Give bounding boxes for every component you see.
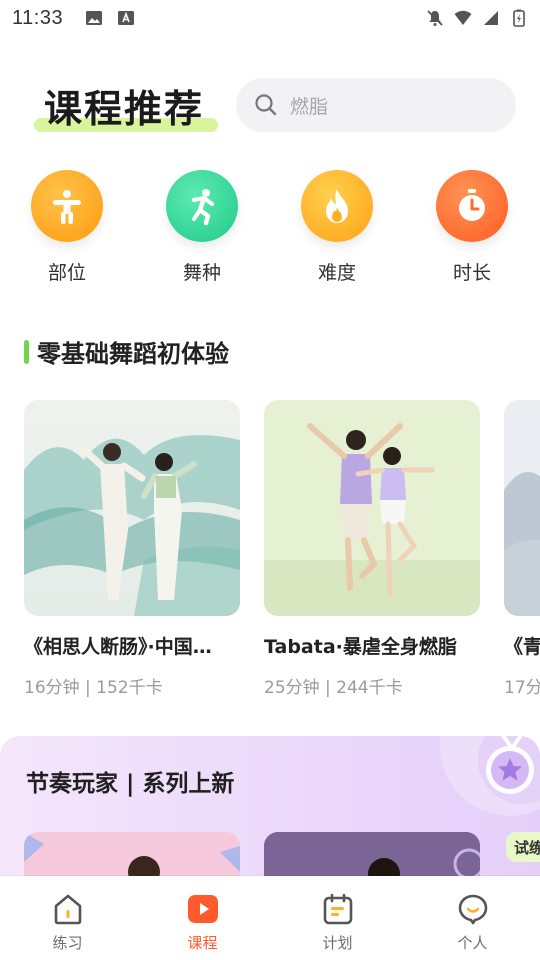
category-duration[interactable]: 时长: [427, 170, 517, 285]
nav-courses[interactable]: 课程: [135, 876, 270, 960]
category-difficulty[interactable]: 难度: [292, 170, 382, 285]
nav-label: 练习: [52, 934, 83, 952]
search-placeholder: 燃脂: [290, 95, 329, 118]
category-filters: 部位 舞种 难度 时长: [0, 170, 540, 290]
trial-tag: 试练: [506, 832, 540, 862]
category-body-part[interactable]: 部位: [22, 170, 112, 285]
play-icon: [187, 895, 218, 923]
bottom-nav: 练习 课程 计划 个人: [0, 876, 540, 960]
course-meta: 25分钟 | 244千卡: [264, 678, 403, 698]
image-notification-icon: [86, 11, 103, 25]
page-title: 课程推荐: [44, 87, 205, 131]
nav-label: 个人: [457, 934, 488, 952]
promo-title: 节奏玩家 | 系列上新: [26, 771, 235, 797]
course-name: 《青: [504, 636, 540, 658]
section-accent-bar: [24, 339, 29, 364]
flame-icon: [301, 170, 373, 242]
course-thumbnail: [264, 400, 480, 616]
profile-icon: [458, 894, 487, 925]
nav-label: 计划: [322, 934, 353, 952]
course-card[interactable]: Tabata·暴虐全身燃脂 25分钟 | 244千卡: [264, 400, 480, 698]
status-notification-icons: [85, 9, 135, 27]
page-title-wrap: 课程推荐: [34, 78, 218, 133]
text-notification-icon: [118, 11, 135, 25]
star-badge-icon: [440, 736, 540, 816]
calendar-icon: [323, 893, 352, 925]
stopwatch-icon: [436, 170, 508, 242]
wifi-icon: [454, 10, 472, 25]
category-label: 时长: [452, 262, 491, 284]
category-label: 舞种: [182, 262, 221, 284]
category-dance-style[interactable]: 舞种: [157, 170, 247, 285]
course-name: Tabata·暴虐全身燃脂: [264, 636, 457, 658]
mute-icon: [427, 10, 443, 26]
course-thumbnail: [24, 400, 240, 616]
status-bar: 11:33: [0, 0, 540, 36]
house-icon: [54, 894, 81, 925]
nav-profile[interactable]: 个人: [405, 876, 540, 960]
status-system-icons: [426, 9, 528, 27]
battery-icon: [513, 9, 525, 27]
promo-banner[interactable]: 节奏玩家 | 系列上新 试练: [0, 736, 540, 886]
course-meta: 16分钟 | 152千卡: [24, 678, 163, 698]
nav-practice[interactable]: 练习: [0, 876, 135, 960]
status-time: 11:33: [12, 6, 64, 29]
category-label: 难度: [317, 262, 356, 284]
category-label: 部位: [47, 262, 86, 284]
course-name: 《相思人断肠》·中国…: [24, 636, 212, 658]
section-header: 零基础舞蹈初体验: [24, 334, 229, 369]
nav-label: 课程: [187, 934, 218, 952]
course-carousel[interactable]: 《相思人断肠》·中国… 16分钟 | 152千卡 Tabata·暴虐全身燃脂 2…: [24, 400, 540, 700]
course-card[interactable]: 《青 17分: [504, 400, 540, 698]
dance-style-icon: [166, 170, 238, 242]
section-title: 零基础舞蹈初体验: [37, 340, 229, 368]
search-input[interactable]: 燃脂: [236, 78, 516, 132]
search-icon: [255, 94, 277, 116]
header: 课程推荐 燃脂: [0, 70, 540, 140]
nav-plan[interactable]: 计划: [270, 876, 405, 960]
signal-icon: [484, 11, 498, 25]
course-card[interactable]: 《相思人断肠》·中国… 16分钟 | 152千卡: [24, 400, 240, 698]
body-part-icon: [31, 170, 103, 242]
course-meta: 17分: [504, 678, 540, 698]
course-thumbnail: [504, 400, 540, 616]
